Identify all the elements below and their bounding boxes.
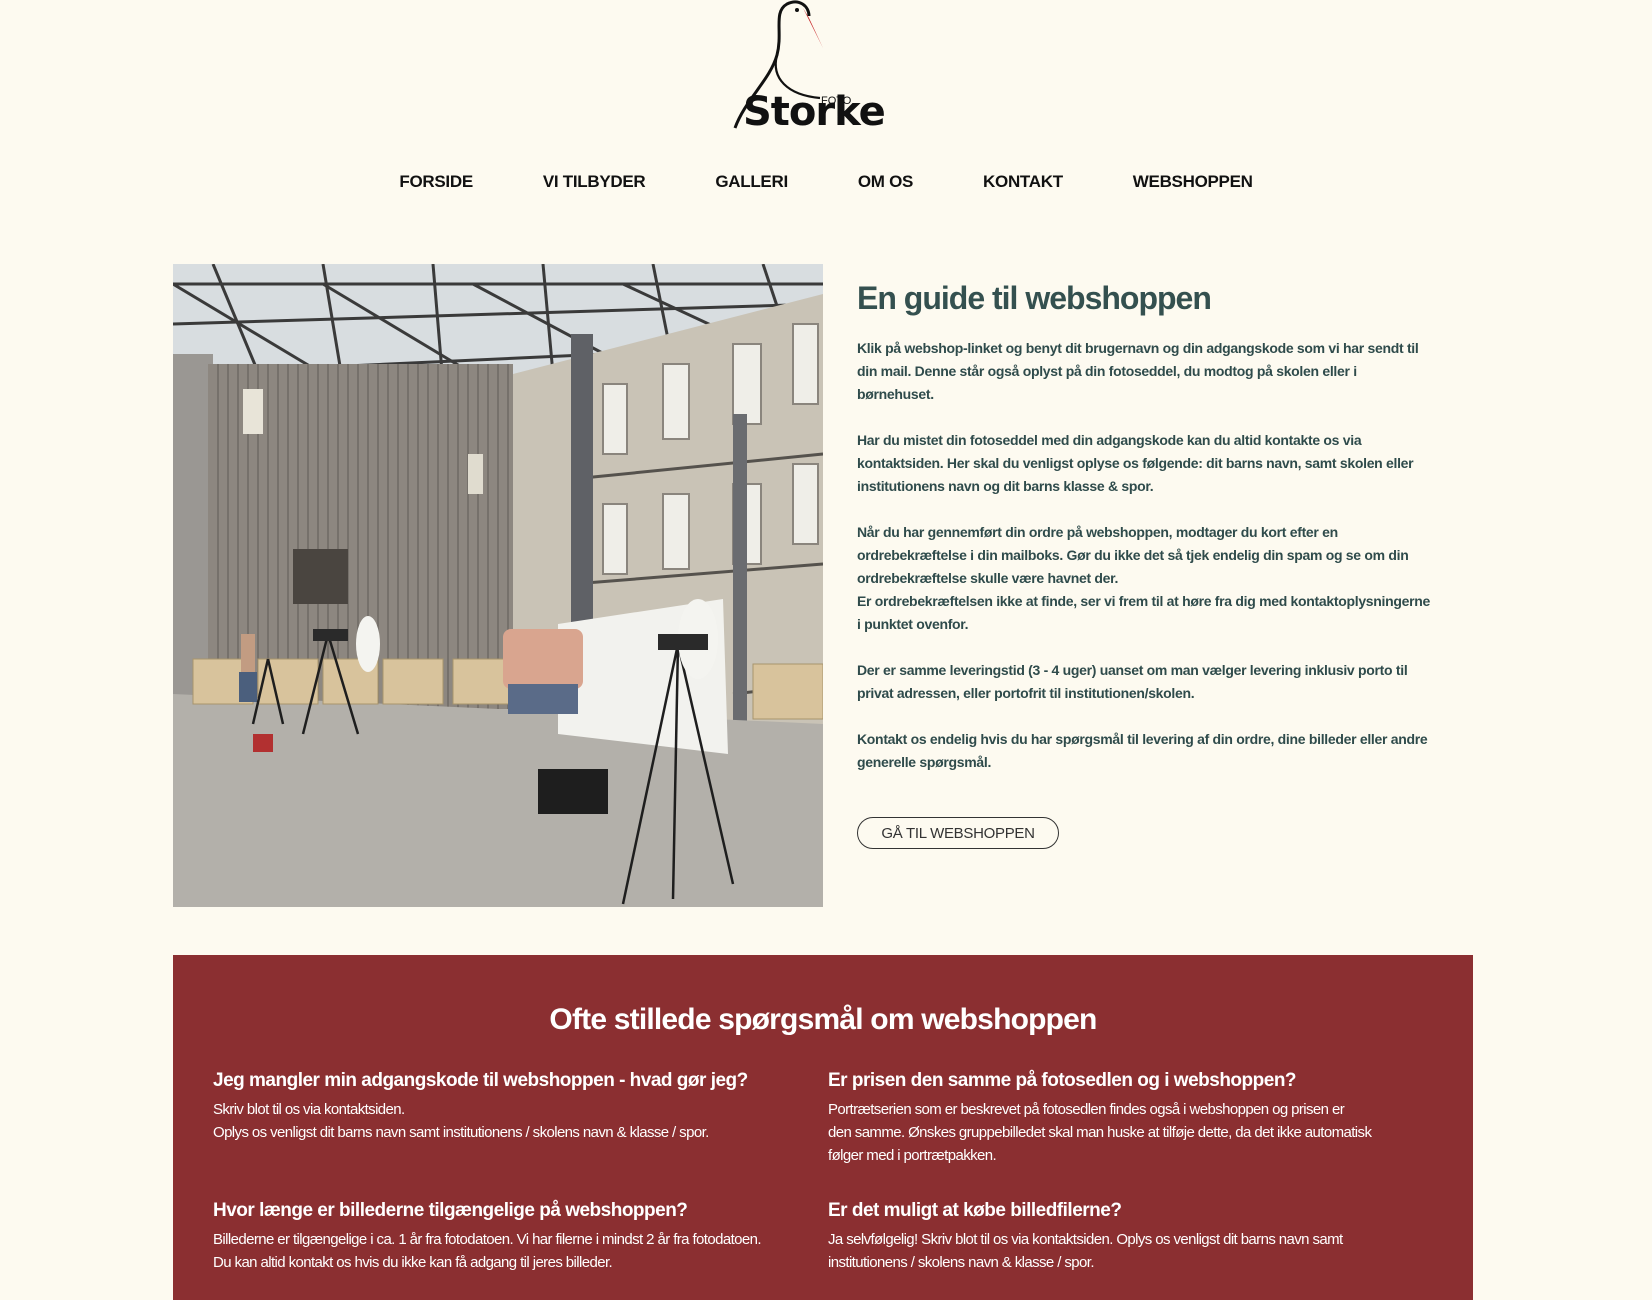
faq-answer: Ja selvfølgelig! Skriv blot til os via k… <box>828 1228 1428 1274</box>
faq-title: Ofte stillede spørgsmål om webshoppen <box>549 1003 1097 1036</box>
guide-paragraph-3a: Når du har gennemført din ordre på websh… <box>857 524 1409 586</box>
go-to-webshop-button[interactable]: GÅ TIL WEBSHOPPEN <box>857 817 1059 849</box>
webshop-guide: En guide til webshoppen Klik på webshop-… <box>857 280 1432 797</box>
main-navigation: FORSIDE VI TILBYDER GALLERI OM OS KONTAK… <box>0 172 1652 192</box>
nav-webshoppen[interactable]: WEBSHOPPEN <box>1133 172 1253 192</box>
guide-paragraph-1: Klik på webshop-linket og benyt dit brug… <box>857 340 1419 402</box>
faq-answer-line: Skriv blot til os via kontaktsiden. <box>213 1101 405 1118</box>
guide-paragraph-4: Der er samme leveringstid (3 - 4 uger) u… <box>857 662 1408 701</box>
logo-foto-label: FOTO <box>821 95 852 107</box>
nav-om-os[interactable]: OM OS <box>858 172 913 192</box>
faq-item-files: Er det muligt at købe billedfilerne? Ja … <box>828 1200 1428 1274</box>
nav-galleri[interactable]: GALLERI <box>715 172 788 192</box>
faq-item-password: Jeg mangler min adgangskode til webshopp… <box>213 1070 773 1144</box>
logo-wordmark: Storke <box>743 89 886 135</box>
faq-answer-line: den samme. Ønskes gruppebilledet skal ma… <box>828 1124 1372 1141</box>
storke-logo[interactable]: Storke FOTO <box>725 0 886 140</box>
faq-section: Ofte stillede spørgsmål om webshoppen Je… <box>173 955 1473 1300</box>
faq-question: Jeg mangler min adgangskode til webshopp… <box>213 1070 748 1091</box>
guide-paragraph-3: Når du har gennemført din ordre på websh… <box>857 521 1432 636</box>
guide-paragraph-3b: Er ordrebekræftelsen ikke at finde, ser … <box>857 593 1431 632</box>
nav-forside[interactable]: FORSIDE <box>399 172 473 192</box>
faq-question: Er det muligt at købe billedfilerne? <box>828 1200 1122 1221</box>
faq-answer-line: Oplys os venligst dit barns navn samt in… <box>213 1124 709 1141</box>
faq-question: Hvor længe er billederne tilgængelige på… <box>213 1200 688 1221</box>
faq-answer-line: Ja selvfølgelig! Skriv blot til os via k… <box>828 1231 1343 1248</box>
studio-photo <box>173 264 823 907</box>
faq-answer-line: følger med i portrætpakken. <box>828 1147 997 1164</box>
nav-vi-tilbyder[interactable]: VI TILBYDER <box>543 172 646 192</box>
faq-item-availability: Hvor længe er billederne tilgængelige på… <box>213 1200 813 1274</box>
nav-kontakt[interactable]: KONTAKT <box>983 172 1063 192</box>
guide-paragraph-5: Kontakt os endelig hvis du har spørgsmål… <box>857 731 1428 770</box>
faq-question: Er prisen den samme på fotosedlen og i w… <box>828 1070 1297 1091</box>
guide-paragraph-2: Har du mistet din fotoseddel med din adg… <box>857 432 1414 494</box>
faq-answer-line: Portrætserien som er beskrevet på fotose… <box>828 1101 1345 1118</box>
faq-item-price: Er prisen den samme på fotosedlen og i w… <box>828 1070 1428 1167</box>
faq-answer-line: Billederne er tilgængelige i ca. 1 år fr… <box>213 1231 762 1248</box>
faq-answer-line: Du kan altid kontakt os hvis du ikke kan… <box>213 1254 613 1271</box>
faq-answer-line: institutionens / skolens navn & klasse /… <box>828 1254 1094 1271</box>
faq-answer: Portrætserien som er beskrevet på fotose… <box>828 1098 1428 1167</box>
faq-answer: Skriv blot til os via kontaktsiden. Oply… <box>213 1098 773 1144</box>
faq-answer: Billederne er tilgængelige i ca. 1 år fr… <box>213 1228 813 1274</box>
guide-title: En guide til webshoppen <box>857 280 1212 316</box>
